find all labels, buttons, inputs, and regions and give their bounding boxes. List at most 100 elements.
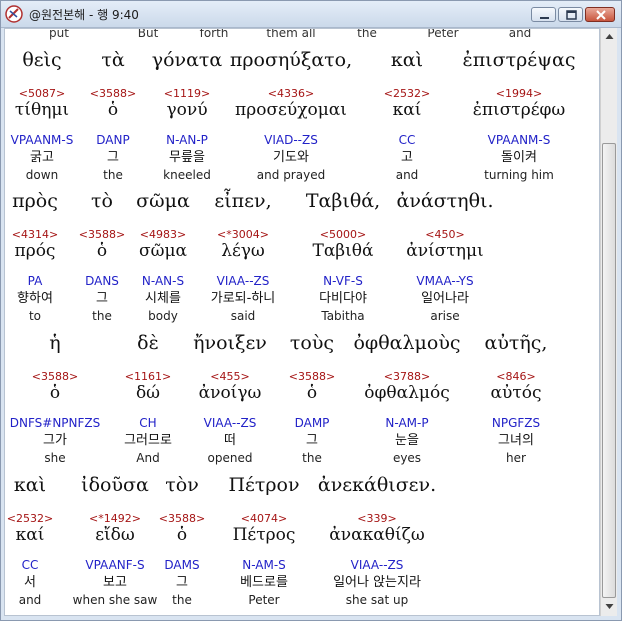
strong-number[interactable]: <3588> xyxy=(32,371,78,382)
strong-number[interactable]: <339> xyxy=(357,513,396,524)
lemma-word: ἀνακαθίζω xyxy=(329,525,425,545)
lemma-word: αὐτός xyxy=(490,383,542,403)
korean-gloss: 베드로를 xyxy=(240,575,288,590)
korean-gloss: 일어나 앉는지라 xyxy=(333,575,421,590)
korean-gloss: 고 xyxy=(401,150,413,165)
korean-gloss: 굵고 xyxy=(30,150,54,165)
english-gloss: to xyxy=(28,309,42,323)
lemma-word: ἀνοίγω xyxy=(198,383,262,403)
korean-gloss: 향하여 xyxy=(17,291,53,306)
english-gloss: and xyxy=(395,168,419,182)
greek-word[interactable]: δὲ xyxy=(137,334,159,353)
greek-word[interactable]: Ταβιθά, xyxy=(306,192,380,211)
strong-number[interactable]: <*1492> xyxy=(89,513,141,524)
korean-gloss: 돌이켜 xyxy=(501,150,537,165)
greek-word[interactable]: ἡ xyxy=(49,334,60,353)
strong-number[interactable]: <846> xyxy=(496,371,535,382)
lemma-word: Ταβιθά xyxy=(312,241,374,261)
greek-word[interactable]: τὸ xyxy=(91,192,113,211)
partial-word: and xyxy=(508,28,532,40)
korean-gloss: 가로되-하니 xyxy=(210,291,276,306)
close-button[interactable] xyxy=(585,7,615,22)
strong-number[interactable]: <4336> xyxy=(268,88,314,99)
parsing-code: CC xyxy=(398,133,416,147)
partial-word: Peter xyxy=(427,28,459,40)
korean-gloss: 서 xyxy=(24,575,36,590)
strong-number[interactable]: <4074> xyxy=(241,513,287,524)
strong-number[interactable]: <5087> xyxy=(19,88,65,99)
strong-number[interactable]: <2532> xyxy=(384,88,430,99)
strong-number[interactable]: <3588> xyxy=(289,371,335,382)
strong-number[interactable]: <4314> xyxy=(12,229,58,240)
strong-number[interactable]: <5000> xyxy=(320,229,366,240)
greek-word[interactable]: ἰδοῦσα xyxy=(81,476,149,495)
parsing-code: CH xyxy=(139,416,157,430)
partial-word: But xyxy=(137,28,159,40)
strong-number[interactable]: <2532> xyxy=(7,513,53,524)
strong-number[interactable]: <3588> xyxy=(90,88,136,99)
korean-gloss: 무릎을 xyxy=(169,150,205,165)
greek-word[interactable]: τοὺς xyxy=(290,334,334,353)
english-gloss: the xyxy=(103,168,123,182)
greek-word[interactable]: ὀφθαλμοὺς xyxy=(353,334,460,353)
scroll-up-icon[interactable] xyxy=(602,29,617,45)
greek-word[interactable]: καὶ xyxy=(391,51,423,70)
lemma-word: ἐπιστρέφω xyxy=(472,100,566,120)
vertical-scrollbar[interactable] xyxy=(600,28,617,616)
greek-word[interactable]: τὰ xyxy=(101,51,124,70)
lemma-word: ὁ xyxy=(96,241,108,261)
english-gloss: her xyxy=(506,451,526,465)
lemma-word: σῶμα xyxy=(139,241,187,261)
parsing-code: DAMP xyxy=(294,416,330,430)
parsing-code: VIAD--ZS xyxy=(264,133,318,147)
greek-word[interactable]: σῶμα xyxy=(136,192,190,211)
strong-number[interactable]: <455> xyxy=(210,371,249,382)
parsing-code: VIAA--ZS xyxy=(203,416,257,430)
english-gloss: she xyxy=(44,451,66,465)
lemma-word: καί xyxy=(392,100,422,120)
minimize-button[interactable] xyxy=(531,7,556,22)
english-gloss: the xyxy=(92,309,112,323)
parsing-code: VPAANF-S xyxy=(85,558,145,572)
strong-number[interactable]: <450> xyxy=(425,229,464,240)
greek-word[interactable]: προσηύξατο, xyxy=(230,51,352,70)
parsing-code: VMAA--YS xyxy=(416,274,474,288)
strong-number[interactable]: <3588> xyxy=(159,513,205,524)
strong-number[interactable]: <1161> xyxy=(125,371,171,382)
english-gloss: arise xyxy=(430,309,460,323)
greek-word[interactable]: Πέτρον xyxy=(228,476,299,495)
english-gloss: opened xyxy=(207,451,253,465)
greek-word[interactable]: θεὶς xyxy=(22,51,61,70)
greek-word[interactable]: γόνατα xyxy=(152,51,223,70)
greek-word[interactable]: αὐτῆς, xyxy=(485,334,548,353)
strong-number[interactable]: <1119> xyxy=(164,88,210,99)
strong-number[interactable]: <4983> xyxy=(140,229,186,240)
greek-word[interactable]: ἤνοιξεν xyxy=(193,334,267,353)
parsing-code: VPAANM-S xyxy=(487,133,551,147)
strong-number[interactable]: <3588> xyxy=(79,229,125,240)
greek-word[interactable]: καὶ xyxy=(14,476,46,495)
greek-word[interactable]: ἀνεκάθισεν. xyxy=(318,476,436,495)
interlinear-text-area[interactable]: put But forth them all the Peter and θεὶ… xyxy=(4,28,600,616)
parsing-code: VPAANM-S xyxy=(10,133,74,147)
greek-word[interactable]: ἐπιστρέψας xyxy=(463,51,576,70)
strong-number[interactable]: <3788> xyxy=(384,371,430,382)
app-window: @원전본해 - 행 9:40 put But forth them all th… xyxy=(0,0,622,621)
strong-number[interactable]: <*3004> xyxy=(217,229,269,240)
lemma-word: δώ xyxy=(135,383,161,403)
scroll-down-icon[interactable] xyxy=(602,598,617,614)
greek-word[interactable]: εἶπεν, xyxy=(214,192,271,211)
parsing-code: DANP xyxy=(96,133,130,147)
greek-word[interactable]: ἀνάστηθι. xyxy=(396,192,493,211)
greek-word[interactable]: πρὸς xyxy=(12,192,58,211)
greek-word[interactable]: τὸν xyxy=(165,476,199,495)
close-icon xyxy=(596,10,606,20)
strong-number[interactable]: <1994> xyxy=(496,88,542,99)
title-bar[interactable]: @원전본해 - 행 9:40 xyxy=(1,1,621,28)
maximize-button[interactable] xyxy=(558,7,583,22)
scrollbar-thumb[interactable] xyxy=(602,143,616,598)
english-gloss: she sat up xyxy=(345,593,409,607)
partial-word: put xyxy=(49,28,69,40)
parsing-code: PA xyxy=(27,274,43,288)
english-gloss: down xyxy=(25,168,59,182)
